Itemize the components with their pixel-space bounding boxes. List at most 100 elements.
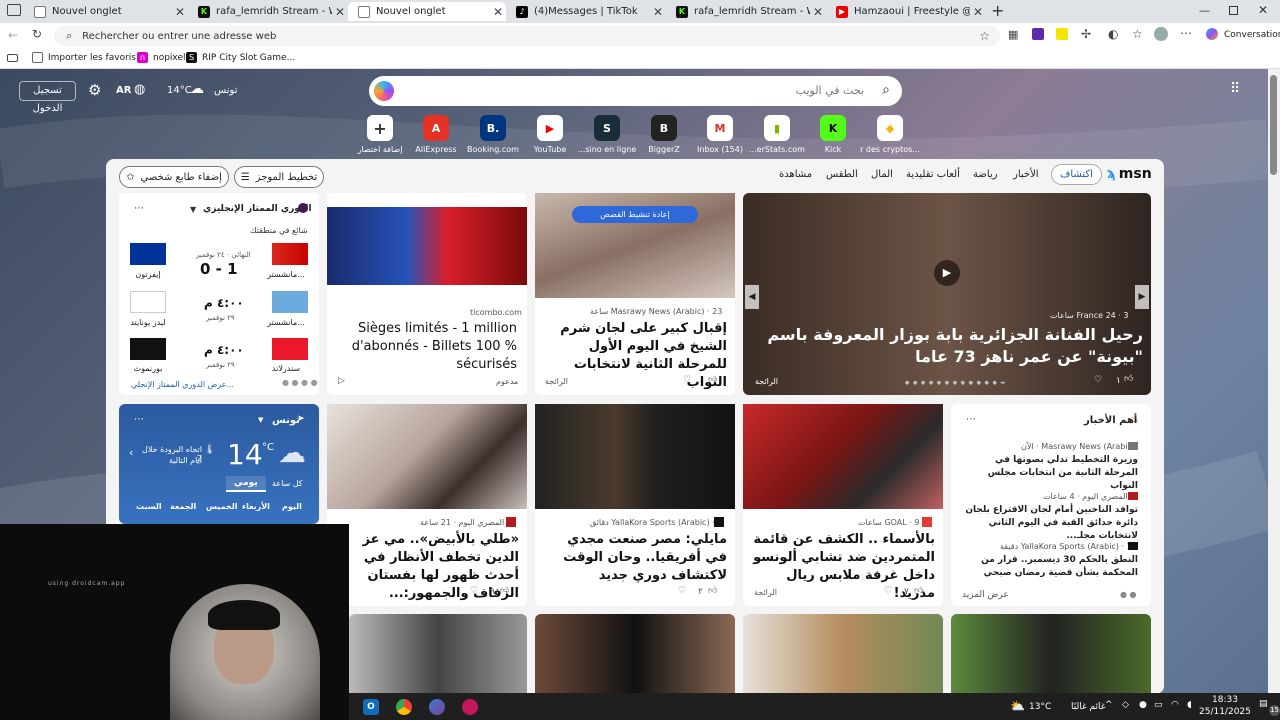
shortcut-youtube[interactable]: ▶ YouTube (518, 115, 582, 154)
prev-arrow-icon[interactable]: ◀ (745, 285, 759, 309)
settings-icon[interactable]: ⚙ (88, 81, 101, 99)
signin-button[interactable]: تسجيل الدخول (19, 81, 76, 114)
favorite-nopixel[interactable]: n nopixel (137, 52, 186, 63)
address-bar[interactable]: ⌕ Rechercher ou entrer une adresse web ☆ (54, 26, 1000, 46)
address-input[interactable]: Rechercher ou entrer une adresse web (82, 31, 276, 42)
weather-temp[interactable]: 14°C (167, 85, 192, 96)
weather-day[interactable]: الأربعاء (242, 502, 270, 511)
shortcut-biggerz[interactable]: B BiggerZ (632, 115, 696, 154)
scrollbar-thumb[interactable] (1270, 75, 1277, 175)
globe-icon[interactable]: ◍ (134, 82, 145, 97)
clock-date[interactable]: 25/11/2025 (1199, 707, 1251, 717)
app-icon[interactable] (462, 699, 478, 715)
pager-dots[interactable]: ● ● (1120, 590, 1137, 599)
favorite-rip-city[interactable]: S RIP City Slot Game... (186, 52, 295, 63)
see-more-link[interactable]: عرض المزيد (962, 590, 1009, 600)
taskbar-weather-text[interactable]: غائم غالبًا (1071, 702, 1105, 712)
shortcut-add[interactable]: + إضافة اختصار (348, 115, 412, 154)
personalize-button[interactable]: ✩ إضفاء طابع شخصي (119, 166, 229, 188)
volume-icon[interactable]: ◖ (1187, 700, 1192, 710)
profile-icon[interactable] (1154, 27, 1168, 41)
shortcut-kick[interactable]: K Kick (801, 115, 865, 154)
dislike-icon[interactable]: ♡ (678, 586, 686, 596)
shortcut-gmail[interactable]: M Inbox (154) (688, 115, 752, 154)
chrome-icon[interactable] (396, 699, 412, 715)
copilot-icon[interactable] (1206, 28, 1218, 40)
minimize-icon[interactable]: — (1199, 4, 1210, 17)
shortcut-stats[interactable]: ▮ ...erStats.com (745, 115, 809, 154)
weather-day[interactable]: الخميس (206, 502, 237, 511)
article-title[interactable]: رحيل الفنانة الجزائرية بابة بوزار المعرو… (755, 324, 1143, 368)
close-icon[interactable]: ✕ (810, 5, 826, 19)
close-icon[interactable]: ✕ (332, 5, 348, 19)
conversation-label[interactable]: Conversation (1224, 30, 1280, 40)
league-link[interactable]: عرض الدوري الممتاز الإنجلي... (131, 380, 234, 389)
back-icon[interactable]: ← (8, 28, 18, 42)
copilot-icon[interactable] (374, 81, 394, 101)
chevron-left-icon[interactable]: ‹ (129, 446, 133, 459)
like-icon[interactable]: 👍︎ (708, 586, 717, 596)
weather-day[interactable]: الجمعة (170, 502, 196, 511)
shortcut-casino[interactable]: S ...sino en ligne (575, 115, 639, 154)
msn-logo[interactable]: ϡ msn (1107, 166, 1152, 182)
clock-time[interactable]: 18:33 (1212, 695, 1238, 705)
tab-daily[interactable]: يومي (226, 476, 266, 492)
weather-city[interactable]: تونس (214, 85, 237, 96)
weather-day[interactable]: السبت (136, 502, 162, 511)
star-icon[interactable]: ☆ (979, 29, 990, 43)
more-options-icon[interactable]: ⋯ (134, 414, 144, 425)
taskbar-temp[interactable]: 13°C (1029, 702, 1051, 712)
puzzle-icon[interactable]: ✢ (1081, 27, 1091, 41)
carousel-dots[interactable]: ● ● ● ● (282, 378, 318, 387)
weather-day[interactable]: اليوم (282, 502, 302, 511)
tab-3-active[interactable]: Nouvel onglet ✕ (348, 2, 506, 21)
match-score[interactable]: 0 - 1 (200, 260, 238, 278)
tray-icon[interactable]: ◇ (1122, 700, 1129, 710)
more-icon[interactable]: ⋯ (1180, 26, 1192, 40)
match-time[interactable]: ٤:٠٠ م (204, 343, 244, 357)
article-title[interactable]: إقبال كبير على لجان شرم الشيخ في اليوم ا… (543, 320, 727, 392)
like-icon[interactable]: 👍︎ (1124, 374, 1133, 384)
close-icon[interactable]: ✕ (490, 5, 506, 19)
like-icon[interactable]: 👍︎ (708, 375, 717, 385)
edge-icon[interactable] (429, 699, 445, 715)
tab-4[interactable]: ♪ (4)Messages | TikTok ✕ (506, 2, 666, 21)
close-window-icon[interactable]: ✕ (1258, 3, 1268, 17)
like-icon[interactable]: 👍︎ (500, 586, 509, 596)
favorites-icon[interactable]: ▦ (1008, 28, 1018, 41)
more-options-icon[interactable]: ⋯ (134, 203, 144, 214)
tab-discover[interactable]: اكتشاف (1051, 164, 1102, 185)
close-icon[interactable]: ✕ (650, 5, 666, 19)
split-icon[interactable]: ◐ (1108, 27, 1118, 41)
match-time[interactable]: ٤:٠٠ م (204, 296, 244, 310)
shortcut-binance[interactable]: ◆ r des cryptos... (858, 115, 922, 154)
play-button-icon[interactable]: ▶ (934, 260, 960, 286)
close-icon[interactable]: ✕ (970, 5, 986, 19)
tab-hourly[interactable]: كل ساعة (272, 479, 303, 488)
news-headline[interactable]: توافد الناخبين أمام لجان الاقتراع بلجان … (960, 504, 1138, 543)
league-title[interactable]: الدوري الممتاز الإنجليزي (203, 204, 312, 214)
page-scrollbar[interactable] (1268, 69, 1280, 693)
next-arrow-icon[interactable]: ▶ (1135, 285, 1149, 309)
like-icon[interactable]: 👍︎ (914, 586, 923, 596)
maximize-icon[interactable] (1229, 6, 1238, 15)
search-input[interactable]: بحث في الويب (796, 84, 864, 97)
article-title[interactable]: مايلي: مصر صنعت مجدي في أفريقيا.. وحان ا… (543, 531, 727, 585)
extension-yellow-icon[interactable] (1056, 28, 1068, 40)
news-headline[interactable]: النطق بالحكم 30 ديسمبر.. قرار من المحكمة… (960, 554, 1138, 580)
weather-taskbar-icon[interactable]: ⛅ (1010, 699, 1025, 713)
mic-icon[interactable]: ● (1139, 700, 1147, 710)
tab-6[interactable]: ▶ Hamzaoui | Freestyle @Rachma R ✕ (826, 2, 986, 21)
more-options-icon[interactable]: ⋯ (966, 414, 976, 425)
tab-1[interactable]: Nouvel onglet ✕ (24, 2, 188, 21)
tab-casual-games[interactable]: ألعاب تقليدية (906, 169, 960, 180)
extension-icon[interactable] (1032, 28, 1044, 40)
refresh-stories-button[interactable]: إعادة تنشيط القصص (572, 206, 698, 223)
collections-icon[interactable]: ☆ (1132, 27, 1143, 41)
favorite-import[interactable]: Importer les favoris (32, 52, 136, 63)
web-search-box[interactable]: بحث في الويب ⌕ (369, 76, 902, 106)
top-news-title[interactable]: أهم الأخبار (1084, 415, 1137, 426)
close-icon[interactable]: ✕ (172, 5, 188, 19)
wifi-icon[interactable]: ◠ (1171, 700, 1179, 710)
sidebar-toggle-icon[interactable] (7, 54, 18, 62)
